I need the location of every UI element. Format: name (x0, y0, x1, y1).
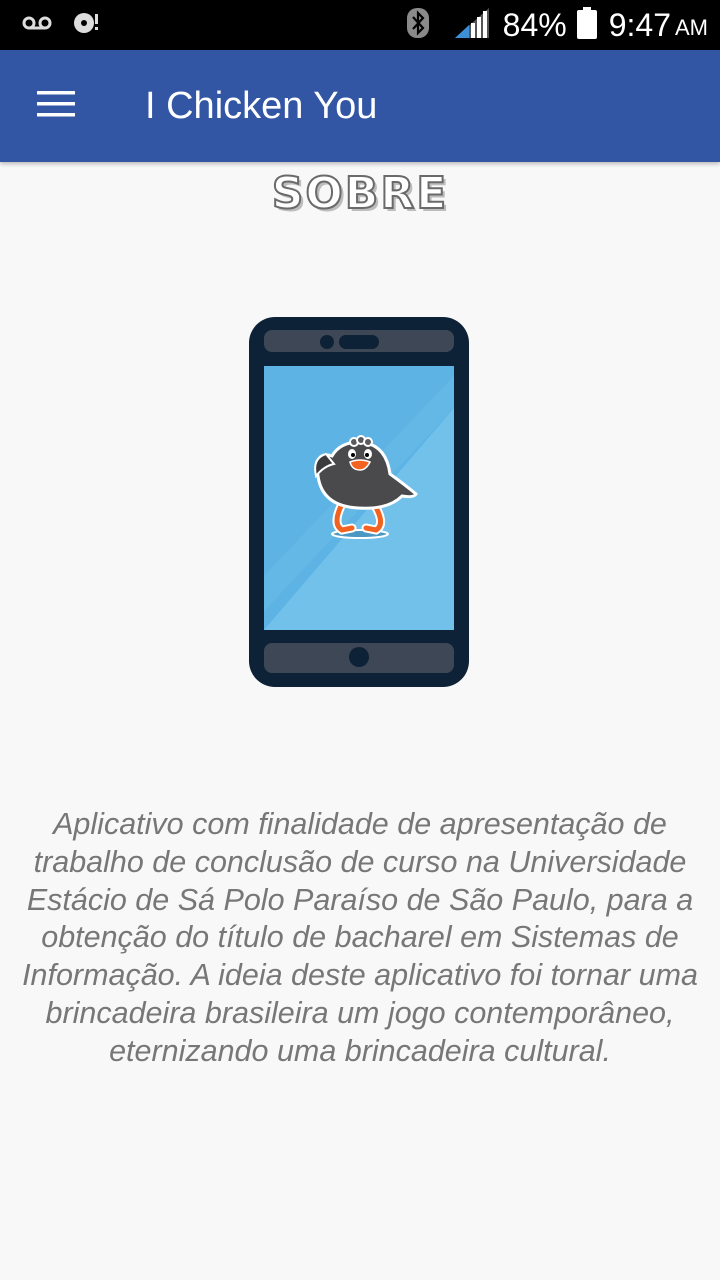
status-bar-right: 84% 9:47 AM (406, 0, 708, 50)
menu-button[interactable] (22, 80, 90, 132)
status-bar-left (22, 12, 100, 38)
phone-with-chicken-illustration (248, 316, 470, 688)
status-bar: 84% 9:47 AM (0, 0, 720, 50)
bluetooth-icon (406, 7, 429, 43)
battery-icon (576, 6, 597, 44)
signal-icon (454, 7, 489, 43)
page-title: SOBRE (271, 167, 449, 220)
app-bar: I Chicken You (0, 50, 720, 162)
sync-disc-icon (72, 10, 100, 41)
app-title: I Chicken You (145, 85, 378, 127)
clock-time: 9:47 (608, 7, 671, 43)
voicemail-icon (22, 15, 52, 36)
battery-percent: 84% (502, 7, 567, 43)
clock-ampm: AM (675, 15, 708, 40)
about-description: Aplicativo com finalidade de apresentaçã… (22, 807, 698, 1068)
menu-icon (37, 90, 75, 123)
